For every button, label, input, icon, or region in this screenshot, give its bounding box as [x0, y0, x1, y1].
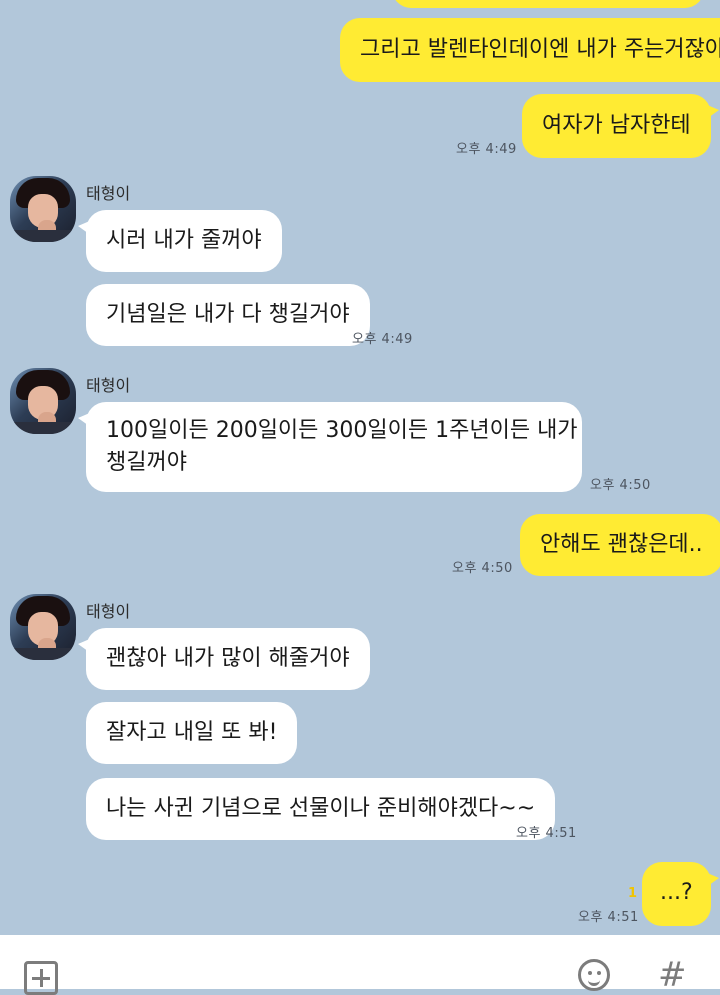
message-text: 기념일은 내가 다 챙길거야	[106, 302, 350, 327]
message-time: 오후 4:50	[590, 478, 651, 493]
message-bubble-partial[interactable]	[392, 0, 704, 8]
smiley-icon[interactable]	[578, 959, 610, 991]
message-bubble-m4[interactable]: 기념일은 내가 다 챙길거야	[86, 284, 370, 346]
message-time: 오후 4:50	[452, 561, 513, 576]
hashtag-icon[interactable]: #	[658, 955, 687, 995]
message-bubble-m6[interactable]: 안해도 괜찮은데..	[520, 514, 720, 576]
message-text: 나는 사귄 기념으로 선물이나 준비해야겠다~~	[106, 796, 536, 821]
contact-avatar[interactable]	[10, 176, 76, 242]
message-bubble-m2[interactable]: 여자가 남자한테	[522, 94, 719, 158]
unread-count: 1	[628, 886, 638, 901]
contact-avatar[interactable]	[10, 594, 76, 660]
message-text: 잘자고 내일 또 봐!	[106, 720, 278, 745]
message-bubble-m10[interactable]: ...?	[642, 862, 719, 926]
message-text: 안해도 괜찮은데..	[540, 532, 703, 557]
message-text-line2: 챙길꺼야	[106, 450, 187, 475]
message-text: 괜찮아 내가 많이 해줄거야	[106, 646, 350, 671]
message-text: 시러 내가 줄꺼야	[106, 228, 262, 253]
message-bubble-m8[interactable]: 잘자고 내일 또 봐!	[86, 702, 298, 764]
message-text: 여자가 남자한테	[542, 113, 691, 138]
message-text: ...?	[660, 880, 693, 905]
message-text-line1: 100일이든 200일이든 300일이든 1주년이든 내가	[106, 418, 578, 443]
message-time: 오후 4:51	[516, 826, 577, 841]
contact-name: 태형이	[86, 184, 131, 203]
contact-name: 태형이	[86, 376, 131, 395]
message-text: 그리고 발렌타인데이엔 내가 주는거잖아	[360, 37, 720, 62]
message-time: 오후 4:51	[578, 910, 639, 925]
message-bubble-m7[interactable]: 괜찮아 내가 많이 해줄거야	[78, 628, 370, 690]
contact-avatar[interactable]	[10, 368, 76, 434]
plus-square-icon[interactable]	[24, 961, 58, 995]
message-bubble-m3[interactable]: 시러 내가 줄꺼야	[78, 210, 282, 272]
chat-area[interactable]: 그리고 발렌타인데이엔 내가 주는거잖아 여자가 남자한테 오후 4:49 태형…	[0, 0, 720, 935]
message-bubble-m1[interactable]: 그리고 발렌타인데이엔 내가 주는거잖아	[340, 18, 720, 82]
contact-name: 태형이	[86, 602, 131, 621]
message-time: 오후 4:49	[352, 332, 413, 347]
message-bubble-m5[interactable]: 100일이든 200일이든 300일이든 1주년이든 내가 챙길꺼야	[78, 402, 582, 492]
message-bubble-m9[interactable]: 나는 사귄 기념으로 선물이나 준비해야겠다~~	[86, 778, 556, 840]
message-time: 오후 4:49	[456, 142, 517, 157]
input-bar: #	[0, 935, 720, 995]
